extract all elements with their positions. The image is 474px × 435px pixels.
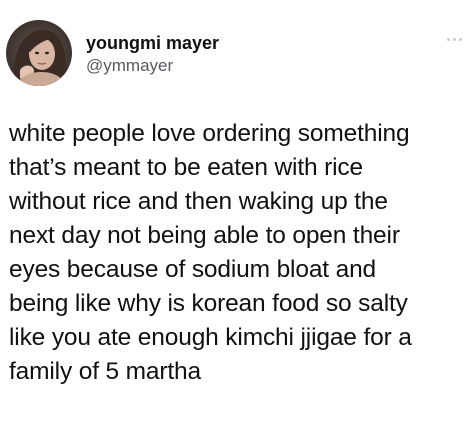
avatar[interactable] (6, 20, 72, 86)
tweet-text: white people love ordering something tha… (9, 117, 467, 389)
more-dot (452, 37, 456, 41)
author-display-name[interactable]: youngmi mayer (86, 32, 219, 54)
author-info: youngmi mayer @ymmayer (86, 32, 219, 77)
tweet-text-line: without rice and then waking up the (9, 188, 388, 215)
more-dot (446, 37, 450, 41)
tweet-text-line: that’s meant to be eaten with rice (9, 154, 363, 181)
more-horizontal-icon[interactable] (442, 34, 466, 44)
tweet-text-line: next day not being able to open their (9, 222, 400, 249)
tweet-card: youngmi mayer @ymmayer white people love… (0, 0, 474, 435)
tweet-text-line: eyes because of sodium bloat and (9, 256, 377, 283)
tweet-text-line: being like why is korean food so salty (9, 290, 408, 317)
author-handle[interactable]: @ymmayer (86, 55, 219, 77)
tweet-text-line: white people love ordering something (9, 120, 410, 147)
more-dot (458, 37, 462, 41)
tweet-text-line: family of 5 martha (9, 358, 202, 385)
avatar-photo (6, 20, 72, 86)
tweet-text-line: like you ate enough kimchi jjigae for a (9, 324, 412, 351)
